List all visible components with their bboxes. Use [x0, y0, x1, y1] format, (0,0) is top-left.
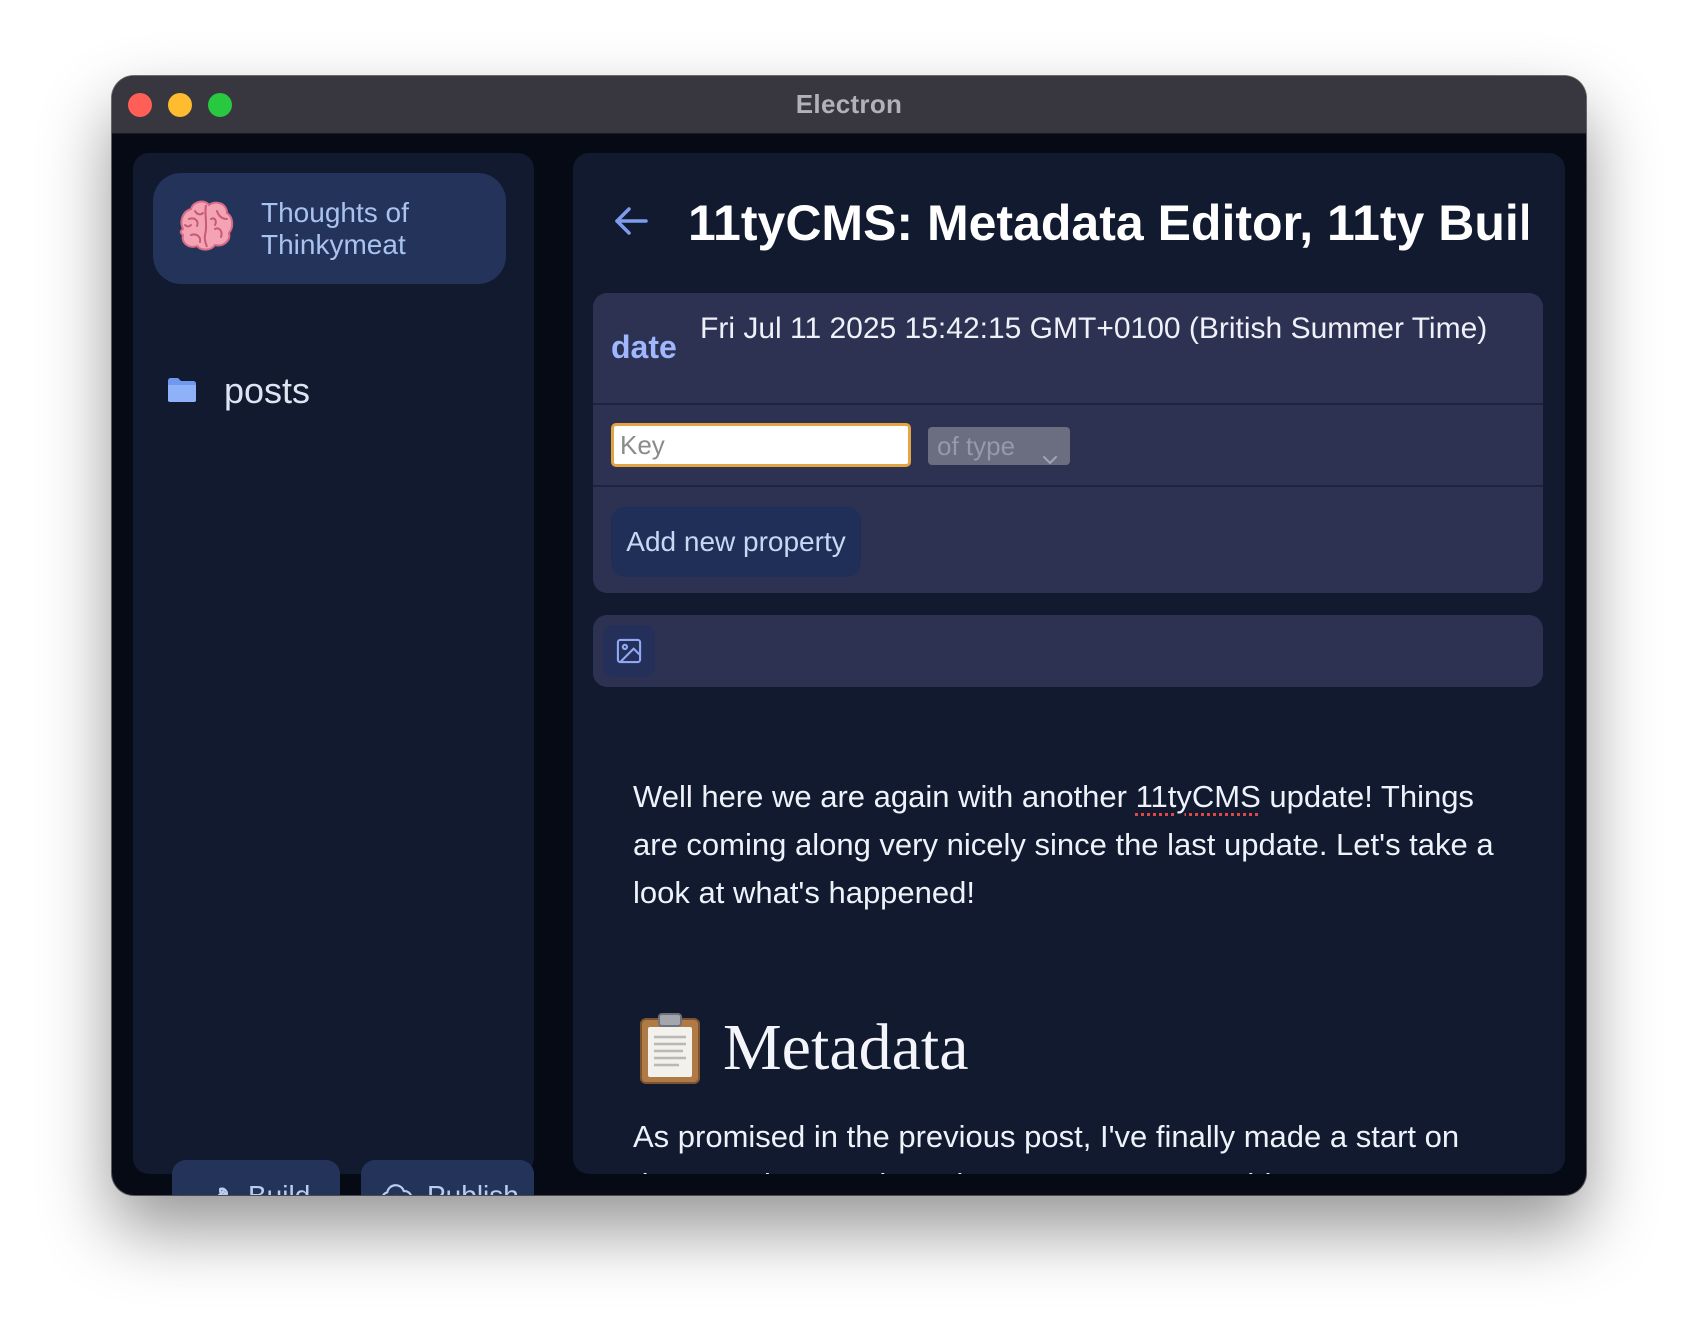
new-property-row: of type — [593, 405, 1543, 487]
paragraph-text: Well here we are again with another — [633, 779, 1136, 814]
wrench-icon — [202, 1181, 232, 1195]
window-title: Electron — [795, 89, 903, 119]
folder-icon — [167, 377, 197, 403]
build-button[interactable]: Build — [172, 1160, 340, 1195]
image-icon — [616, 638, 642, 664]
editor-toolbar — [593, 615, 1543, 687]
site-selector[interactable]: Thoughts of Thinkymeat — [153, 173, 506, 284]
content-paragraph: As promised in the previous post, I've f… — [633, 1119, 1470, 1174]
sidebar-item-label: posts — [224, 370, 311, 411]
publish-label: Publish — [427, 1160, 519, 1195]
content-paragraph: Well here we are again with another 11ty… — [633, 773, 1513, 917]
metadata-panel: date Fri Jul 11 2025 15:42:15 GMT+0100 (… — [593, 293, 1543, 593]
metadata-row: date Fri Jul 11 2025 15:42:15 GMT+0100 (… — [593, 293, 1543, 405]
chevron-down-icon — [1042, 439, 1058, 464]
title-bar[interactable]: Electron — [112, 76, 1586, 134]
cloud-upload-icon — [380, 1181, 414, 1195]
brain-icon — [175, 195, 237, 257]
sidebar: Thoughts of Thinkymeat posts Build — [133, 153, 534, 1195]
clipboard-icon — [637, 1011, 703, 1085]
back-arrow-icon[interactable] — [611, 201, 651, 241]
editor-panel: 11tyCMS: Metadata Editor, 11ty Build dat… — [573, 153, 1565, 1174]
heading-text: Metadata — [723, 1011, 969, 1084]
add-property-button[interactable]: Add new property — [611, 507, 861, 577]
metadata-key: date — [611, 329, 677, 365]
spellcheck-word: 11tyCMS — [1135, 779, 1261, 814]
site-name: Thoughts of Thinkymeat — [261, 197, 409, 260]
sidebar-item-posts[interactable]: posts — [167, 368, 507, 416]
post-title[interactable]: 11tyCMS: Metadata Editor, 11ty Build — [688, 191, 1528, 255]
post-content[interactable]: Well here we are again with another 11ty… — [633, 773, 1513, 1174]
insert-image-button[interactable] — [603, 625, 655, 677]
type-select-placeholder: of type — [937, 431, 1016, 461]
app-window: Electron Thoughts of Thinkymeat posts 11… — [112, 76, 1586, 1195]
property-type-select[interactable]: of type — [928, 427, 1070, 465]
metadata-value[interactable]: Fri Jul 11 2025 15:42:15 GMT+0100 (Briti… — [700, 310, 1520, 347]
build-label: Build — [248, 1160, 310, 1195]
publish-button[interactable]: Publish — [361, 1160, 534, 1195]
property-key-input[interactable] — [611, 423, 911, 467]
content-heading: Metadata — [633, 1003, 1513, 1093]
